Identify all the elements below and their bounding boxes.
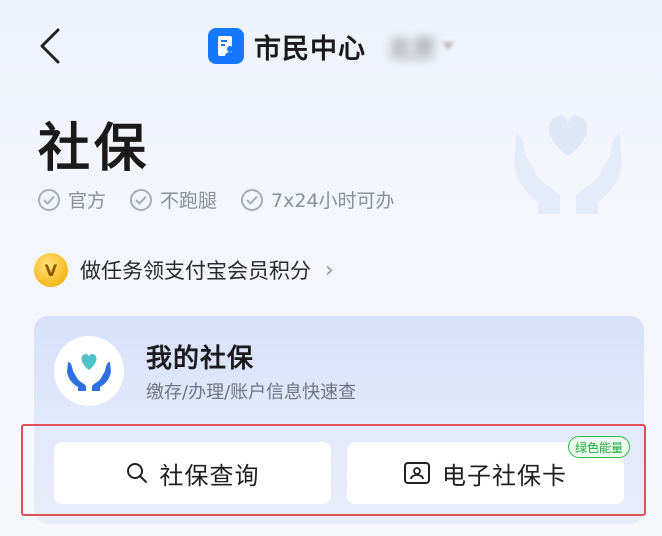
promo-text: 做任务领支付宝会员积分 bbox=[80, 259, 311, 283]
nav-bar: 市民中心 北京 bbox=[0, 0, 662, 90]
search-icon bbox=[126, 463, 147, 483]
check-circle-icon bbox=[130, 188, 153, 211]
card-subtitle: 缴存/办理/账户信息快速查 bbox=[146, 382, 357, 403]
tag-label: 不跑腿 bbox=[160, 190, 218, 212]
social-security-query-button[interactable]: 社保查询 bbox=[54, 442, 331, 504]
tag-label: 7x24小时可办 bbox=[271, 190, 395, 212]
caret-down-icon bbox=[442, 42, 454, 50]
page-header-title: 市民中心 bbox=[254, 33, 366, 65]
heart-hands-icon bbox=[514, 115, 622, 214]
query-label: 社保查询 bbox=[159, 461, 260, 490]
page-title: 社保 bbox=[38, 119, 151, 179]
v-coin-icon: V bbox=[34, 253, 68, 287]
nav-title-group: 市民中心 北京 bbox=[208, 28, 454, 65]
check-circle-icon bbox=[38, 188, 60, 211]
chevron-right-icon: › bbox=[325, 257, 334, 283]
document-user-icon bbox=[208, 28, 244, 64]
id-card-icon bbox=[404, 462, 430, 484]
tag-official: 官方 bbox=[38, 186, 106, 213]
ecard-label: 电子社保卡 bbox=[442, 461, 567, 490]
tag-no-errands: 不跑腿 bbox=[130, 186, 217, 213]
social-security-logo bbox=[54, 336, 124, 406]
city-selector[interactable]: 北京 bbox=[388, 29, 454, 64]
city-name: 北京 bbox=[388, 34, 436, 63]
check-circle-icon bbox=[241, 188, 264, 211]
chevron-left-icon bbox=[40, 28, 60, 64]
tag-label: 官方 bbox=[68, 190, 107, 212]
back-button[interactable] bbox=[30, 24, 70, 68]
service-tags: 官方 不跑腿 7x24小时可办 bbox=[38, 186, 395, 213]
card-title: 我的社保 bbox=[146, 344, 255, 374]
member-points-promo[interactable]: V 做任务领支付宝会员积分 › bbox=[34, 250, 334, 290]
heart-hands-icon bbox=[67, 353, 111, 391]
tag-24x7: 7x24小时可办 bbox=[241, 186, 395, 213]
green-energy-badge: 绿色能量 bbox=[568, 436, 631, 458]
